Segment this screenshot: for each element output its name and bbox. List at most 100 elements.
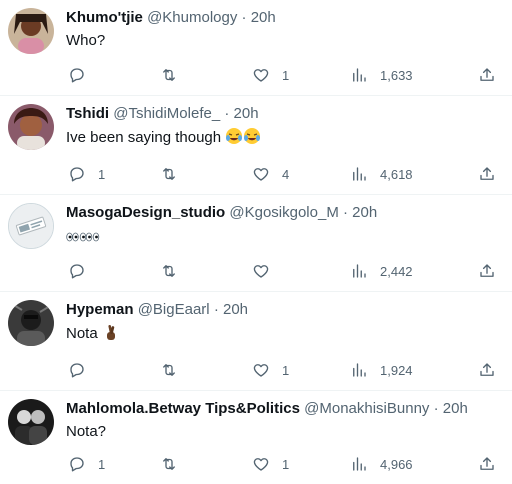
reply-button[interactable] [68, 262, 98, 280]
retweet-button[interactable] [160, 455, 190, 473]
avatar[interactable] [8, 8, 54, 54]
share-icon [480, 167, 494, 180]
reply-button[interactable] [68, 361, 98, 379]
reply-button[interactable]: 1 [68, 165, 105, 183]
reply-tweet[interactable]: Hypeman @BigEaarl · 20h Nota 1 1,924 [0, 292, 512, 391]
retweet-button[interactable] [160, 165, 190, 183]
like-count: 1 [282, 67, 290, 83]
view-count: 1,633 [380, 67, 413, 83]
timestamp[interactable]: 20h [223, 301, 248, 318]
retweet-button[interactable] [160, 66, 190, 84]
view-count: 2,442 [380, 263, 413, 279]
heart-icon [253, 69, 269, 82]
author-handle[interactable]: @Khumology [147, 9, 237, 26]
view-count: 4,966 [380, 456, 413, 472]
avatar[interactable] [8, 399, 54, 445]
crossed-fingers-emoji-icon [106, 324, 115, 340]
like-button[interactable] [252, 262, 282, 280]
views-icon [353, 167, 366, 181]
tweet-actions: 1 1,924 [66, 360, 496, 380]
avatar[interactable] [8, 203, 54, 249]
share-icon [480, 363, 494, 376]
view-count: 1,924 [380, 362, 413, 378]
timestamp[interactable]: 20h [443, 400, 468, 417]
views-button[interactable]: 4,618 [350, 165, 413, 183]
reply-count: 1 [98, 166, 106, 182]
tweet-actions: 1 4 4,618 [66, 164, 496, 184]
separator-dot: · [224, 105, 230, 122]
author-handle[interactable]: @Kgosikgolo_M [229, 204, 338, 221]
reply-icon [70, 167, 84, 182]
views-button[interactable]: 1,633 [350, 66, 413, 84]
like-count: 1 [282, 456, 290, 472]
reply-icon [70, 457, 84, 472]
like-button[interactable]: 1 [252, 66, 289, 84]
share-icon [480, 68, 494, 81]
timestamp[interactable]: 20h [234, 105, 259, 122]
heart-icon [253, 168, 269, 181]
reply-button[interactable]: 1 [68, 455, 105, 473]
heart-icon [253, 458, 269, 471]
reply-icon [70, 264, 84, 279]
share-button[interactable] [478, 262, 496, 280]
eyes-emoji-icon [66, 232, 100, 242]
retweet-icon [163, 364, 175, 376]
author-name[interactable]: Tshidi [66, 105, 109, 122]
reply-tweet[interactable]: Tshidi @TshidiMolefe_ · 20h Ive been say… [0, 96, 512, 195]
views-button[interactable]: 4,966 [350, 455, 413, 473]
heart-icon [253, 265, 269, 278]
tweet-text: Who? [66, 32, 106, 49]
separator-dot: · [213, 301, 219, 318]
author-handle[interactable]: @TshidiMolefe_ [113, 105, 220, 122]
reply-tweet[interactable]: Khumo'tjie @Khumology · 20h Who? 1 1,633 [0, 0, 512, 96]
views-icon [353, 68, 366, 82]
avatar[interactable] [8, 104, 54, 150]
author-handle[interactable]: @MonakhisiBunny [304, 400, 429, 417]
tweet-text: Ive been saying though [66, 129, 222, 146]
crying-laughing-emoji-icon [226, 128, 243, 144]
author-name[interactable]: Hypeman [66, 301, 134, 318]
timestamp[interactable]: 20h [352, 204, 377, 221]
views-button[interactable]: 1,924 [350, 361, 413, 379]
retweet-icon [163, 69, 175, 81]
separator-dot: · [343, 204, 348, 221]
reply-button[interactable] [68, 66, 98, 84]
views-button[interactable]: 2,442 [350, 262, 413, 280]
author-name[interactable]: Khumo'tjie [66, 9, 143, 26]
tweet-text-emojis [66, 226, 496, 246]
like-button[interactable]: 1 [252, 361, 289, 379]
tweet-actions: 1 1 4,966 [66, 454, 496, 474]
separator-dot: · [241, 9, 247, 26]
share-button[interactable] [478, 361, 496, 379]
reply-tweet[interactable]: MasogaDesign_studio @Kgosikgolo_M · 20h … [0, 195, 512, 292]
avatar[interactable] [8, 300, 54, 346]
share-button[interactable] [478, 165, 496, 183]
author-name[interactable]: Mahlomola.Betway Tips&Politics [66, 400, 300, 417]
views-icon [353, 363, 366, 377]
tweet-actions: 2,442 [66, 261, 496, 281]
timestamp[interactable]: 20h [251, 9, 276, 26]
heart-icon [253, 364, 269, 377]
views-icon [353, 457, 366, 471]
tweet-text: Nota? [66, 423, 107, 440]
retweet-icon [163, 168, 175, 180]
retweet-button[interactable] [160, 361, 190, 379]
separator-dot: · [433, 400, 439, 417]
share-icon [480, 457, 494, 470]
reply-tweet[interactable]: Mahlomola.Betway Tips&Politics @Monakhis… [0, 391, 512, 484]
retweet-button[interactable] [160, 262, 190, 280]
reply-icon [70, 363, 84, 378]
share-button[interactable] [478, 455, 496, 473]
reply-count: 1 [98, 456, 106, 472]
author-name[interactable]: MasogaDesign_studio [66, 204, 225, 221]
views-icon [353, 264, 366, 278]
retweet-icon [163, 458, 175, 470]
reply-icon [70, 68, 84, 83]
like-button[interactable]: 1 [252, 455, 289, 473]
author-handle[interactable]: @BigEaarl [138, 301, 210, 318]
share-button[interactable] [478, 66, 496, 84]
like-count: 4 [282, 166, 290, 182]
reply-feed: Khumo'tjie @Khumology · 20h Who? 1 1,633… [0, 0, 512, 484]
tweet-actions: 1 1,633 [66, 65, 496, 85]
like-button[interactable]: 4 [252, 165, 289, 183]
